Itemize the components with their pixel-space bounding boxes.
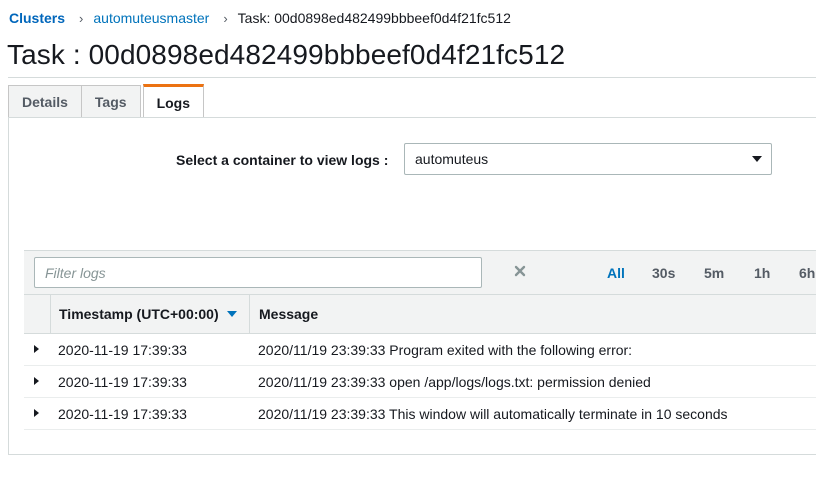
timestamp-column-header[interactable]: Timestamp (UTC+00:00)	[59, 295, 237, 333]
log-toolbar: All 30s 5m 1h 6h	[24, 250, 816, 294]
row-timestamp: 2020-11-19 17:39:33	[58, 406, 187, 422]
tab-tags[interactable]: Tags	[80, 85, 141, 117]
row-message: 2020/11/19 23:39:33 This window will aut…	[258, 406, 728, 422]
breadcrumb: Clusters › automuteusmaster › Task: 00d0…	[9, 10, 511, 26]
column-divider	[50, 295, 51, 333]
message-column-label: Message	[259, 306, 319, 322]
table-row: 2020-11-19 17:39:33 2020/11/19 23:39:33 …	[24, 334, 816, 366]
range-1h-button[interactable]: 1h	[754, 265, 770, 281]
expand-row-icon[interactable]	[34, 377, 39, 385]
message-column-header[interactable]: Message	[259, 295, 318, 333]
sort-descending-icon	[226, 311, 237, 317]
timestamp-column-label: Timestamp (UTC+00:00)	[59, 306, 219, 322]
range-5m-button[interactable]: 5m	[704, 265, 724, 281]
table-row: 2020-11-19 17:39:33 2020/11/19 23:39:33 …	[24, 398, 816, 430]
container-select-label: Select a container to view logs :	[176, 152, 389, 168]
chevron-right-icon: ›	[79, 10, 84, 26]
row-timestamp: 2020-11-19 17:39:33	[58, 374, 187, 390]
breadcrumb-clusters-link[interactable]: Clusters	[9, 10, 65, 26]
row-timestamp: 2020-11-19 17:39:33	[58, 342, 187, 358]
column-divider	[249, 295, 250, 333]
container-select[interactable]: automuteus	[404, 143, 772, 175]
page-title: Task : 00d0898ed482499bbbeef0d4f21fc512	[7, 39, 566, 70]
expand-row-icon[interactable]	[34, 345, 39, 353]
log-table-header: Timestamp (UTC+00:00) Message	[24, 294, 816, 334]
row-message: 2020/11/19 23:39:33 open /app/logs/logs.…	[258, 374, 651, 390]
tab-bar: Details Tags Logs	[8, 84, 205, 118]
tab-logs[interactable]: Logs	[142, 84, 205, 118]
container-select-value: automuteus	[415, 151, 489, 167]
range-6h-button[interactable]: 6h	[799, 265, 815, 281]
breadcrumb-cluster-link[interactable]: automuteusmaster	[93, 10, 209, 26]
caret-down-icon	[752, 156, 762, 162]
clear-filter-icon[interactable]	[513, 264, 527, 278]
expand-row-icon[interactable]	[34, 409, 39, 417]
table-row: 2020-11-19 17:39:33 2020/11/19 23:39:33 …	[24, 366, 816, 398]
breadcrumb-current: Task: 00d0898ed482499bbbeef0d4f21fc512	[237, 10, 511, 26]
range-30s-button[interactable]: 30s	[652, 265, 675, 281]
title-divider	[8, 77, 816, 78]
range-all-button[interactable]: All	[607, 265, 625, 281]
chevron-right-icon: ›	[223, 10, 228, 26]
tab-details[interactable]: Details	[8, 85, 82, 117]
filter-logs-input[interactable]	[34, 257, 482, 288]
row-message: 2020/11/19 23:39:33 Program exited with …	[258, 342, 633, 358]
